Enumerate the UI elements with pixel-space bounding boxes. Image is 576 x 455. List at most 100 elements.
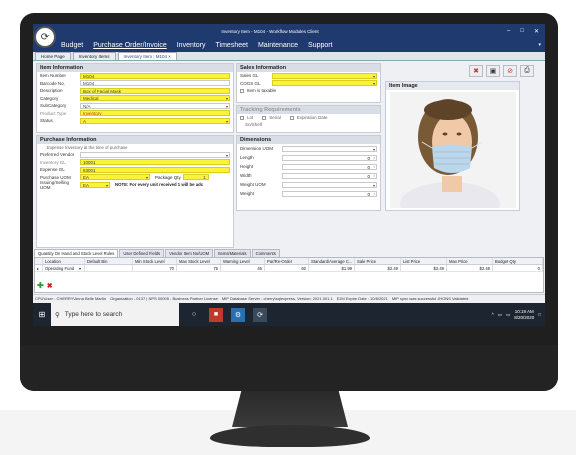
cell-max-stock[interactable]: 75 — [177, 265, 221, 271]
monitor-stand-neck — [232, 391, 348, 427]
subcategory-select[interactable]: N/A — [80, 102, 230, 109]
field-row: Height 0 — [237, 162, 380, 171]
cell-warning-level[interactable]: 45 — [221, 265, 265, 271]
tab-comments[interactable]: Comments — [251, 249, 280, 257]
network-icon[interactable]: ▭ — [498, 312, 502, 318]
add-row-icon[interactable]: ✚ — [37, 281, 44, 290]
volume-icon[interactable]: ▭ — [506, 312, 510, 318]
notification-icon[interactable]: □ — [538, 312, 541, 317]
dimension-uom-select[interactable] — [282, 145, 377, 152]
menu-collapse-icon[interactable]: ▾ — [538, 42, 545, 48]
taxable-checkbox[interactable] — [240, 88, 244, 93]
cell-default-bin[interactable] — [85, 265, 133, 271]
delete-row-icon[interactable]: ✖ — [47, 282, 53, 290]
purchase-uom-select[interactable]: EA — [80, 174, 150, 181]
cell-par-reorder[interactable]: 60 — [265, 265, 309, 271]
product-type-field[interactable]: Inventory — [80, 110, 230, 117]
field-row: Weight UOM — [237, 180, 380, 189]
cell-max-price[interactable]: $2.49 — [447, 265, 493, 271]
client-app-icon[interactable]: ⟳ — [253, 307, 267, 322]
col-list-price[interactable]: List Price — [401, 258, 447, 264]
menu-maintenance[interactable]: Maintenance — [258, 42, 298, 49]
preferred-vendor-select[interactable] — [80, 151, 230, 158]
cell-location[interactable]: Operating Fund — [43, 265, 85, 271]
lot-checkbox[interactable] — [240, 115, 244, 120]
serial-checkbox[interactable] — [262, 115, 267, 120]
system-tray: ^ ▭ ▭ 10:19 AM 8/20/2020 □ — [492, 309, 545, 320]
cell-budget-qty[interactable]: 0 — [493, 265, 543, 271]
tab-inventory-item-m104[interactable]: Inventory Item : M104 × — [117, 52, 177, 60]
field-row: Status A — [37, 117, 233, 125]
windows-start-icon[interactable]: ⊞ — [33, 310, 51, 319]
status-select[interactable]: A — [80, 117, 230, 124]
sales-gl-select[interactable] — [272, 72, 377, 79]
barcode-field[interactable]: M104 — [80, 80, 230, 87]
app-logo-icon[interactable]: ⟳ — [34, 26, 56, 48]
delete-image-icon[interactable]: ✖ — [469, 65, 483, 77]
weight-uom-select[interactable] — [282, 181, 377, 188]
menu-timesheet[interactable]: Timesheet — [216, 42, 248, 49]
table-row[interactable]: ▸ Operating Fund 70 75 45 60 $1.99 $2.49… — [35, 265, 543, 272]
office-app-icon[interactable]: ■ — [209, 307, 223, 322]
field-row: Product Type Inventory — [37, 110, 233, 118]
weight-stepper[interactable]: 0 — [282, 190, 377, 197]
cogs-gl-select[interactable] — [272, 80, 377, 87]
menu-budget[interactable]: Budget — [61, 42, 83, 49]
tab-vendor-item-no[interactable]: Vendor Item No/UOM — [165, 249, 214, 257]
category-select[interactable]: Medical — [80, 95, 230, 102]
package-qty-field[interactable]: 1 — [182, 174, 209, 181]
col-sale-price[interactable]: Sale Price — [355, 258, 401, 264]
barcode-label: Barcode No. — [40, 80, 66, 86]
workflow-app-icon[interactable]: ⚙ — [231, 307, 245, 322]
col-max-stock[interactable]: Max Stock Level — [177, 258, 221, 264]
col-budget-qty[interactable]: Budget Qty — [493, 258, 543, 264]
field-row: SubCategory N/A — [37, 102, 233, 110]
taskbar-search[interactable]: ⚲ Type here to search — [51, 303, 179, 326]
menu-support[interactable]: Support — [308, 42, 333, 49]
tab-quantity-on-hand[interactable]: Quantity On Hand and Stock Level Rules — [34, 249, 119, 257]
issuing-note: NOTE: For every unit received 1 will be … — [115, 182, 204, 188]
task-view-icon[interactable]: ○ — [187, 308, 201, 322]
tab-user-defined-fields[interactable]: User Defined Fields — [119, 249, 165, 257]
issuing-uom-select[interactable]: EA — [80, 181, 110, 188]
taxable-label: Item is taxable — [247, 88, 277, 93]
cell-standard-cost[interactable]: $1.99 — [309, 265, 355, 271]
tab-home-page[interactable]: Home Page — [35, 52, 71, 60]
delete-icon[interactable]: ⊘ — [503, 65, 517, 77]
menu-inventory[interactable]: Inventory — [177, 42, 206, 49]
inventory-gl-field[interactable]: 10001 — [80, 159, 230, 166]
col-min-stock[interactable]: Min Stock Level — [133, 258, 177, 264]
col-warning-level[interactable]: Warning Level — [221, 258, 265, 264]
field-row: Expense GL 63001 — [37, 166, 233, 174]
col-default-bin[interactable]: Default Bin — [85, 258, 133, 264]
col-standard-cost[interactable]: Standard/Average C... — [309, 258, 355, 264]
purchase-information-header: Purchase Information — [37, 136, 233, 144]
maximize-button[interactable]: □ — [520, 28, 524, 35]
cell-list-price[interactable]: $2.49 — [401, 265, 447, 271]
tray-up-icon[interactable]: ^ — [492, 312, 494, 317]
field-row: Preferred Vendor — [37, 151, 233, 159]
print-icon[interactable]: ⎙ — [520, 65, 534, 77]
tab-inventory-items[interactable]: Inventory Items — [72, 52, 116, 60]
col-location[interactable]: Location — [43, 258, 85, 264]
col-par-reorder[interactable]: Par/Re-Order — [265, 258, 309, 264]
col-max-price[interactable]: Max Price — [447, 258, 493, 264]
height-stepper[interactable]: 0 — [282, 163, 377, 170]
expense-gl-field[interactable]: 63001 — [80, 166, 230, 173]
cell-sale-price[interactable]: $2.49 — [355, 265, 401, 271]
minimize-button[interactable]: – — [507, 28, 510, 35]
cell-min-stock[interactable]: 70 — [133, 265, 177, 271]
description-field[interactable]: Box of Facial Mask — [80, 87, 230, 94]
length-stepper[interactable]: 0 — [282, 154, 377, 161]
field-row: Length 0 — [237, 153, 380, 162]
menu-purchase-order[interactable]: Purchase Order/Invoice — [93, 42, 167, 49]
close-button[interactable]: ✕ — [534, 28, 539, 35]
width-stepper[interactable]: 0 — [282, 172, 377, 179]
save-icon[interactable]: ▣ — [486, 65, 500, 77]
clock[interactable]: 10:19 AM 8/20/2020 — [514, 309, 534, 320]
length-label: Length — [240, 155, 254, 160]
dimensions-header: Dimensions — [237, 136, 380, 144]
item-number-field[interactable]: M104 — [80, 72, 230, 79]
expiration-checkbox[interactable] — [289, 115, 294, 120]
tab-items-materials[interactable]: Items/Materials — [214, 249, 251, 257]
